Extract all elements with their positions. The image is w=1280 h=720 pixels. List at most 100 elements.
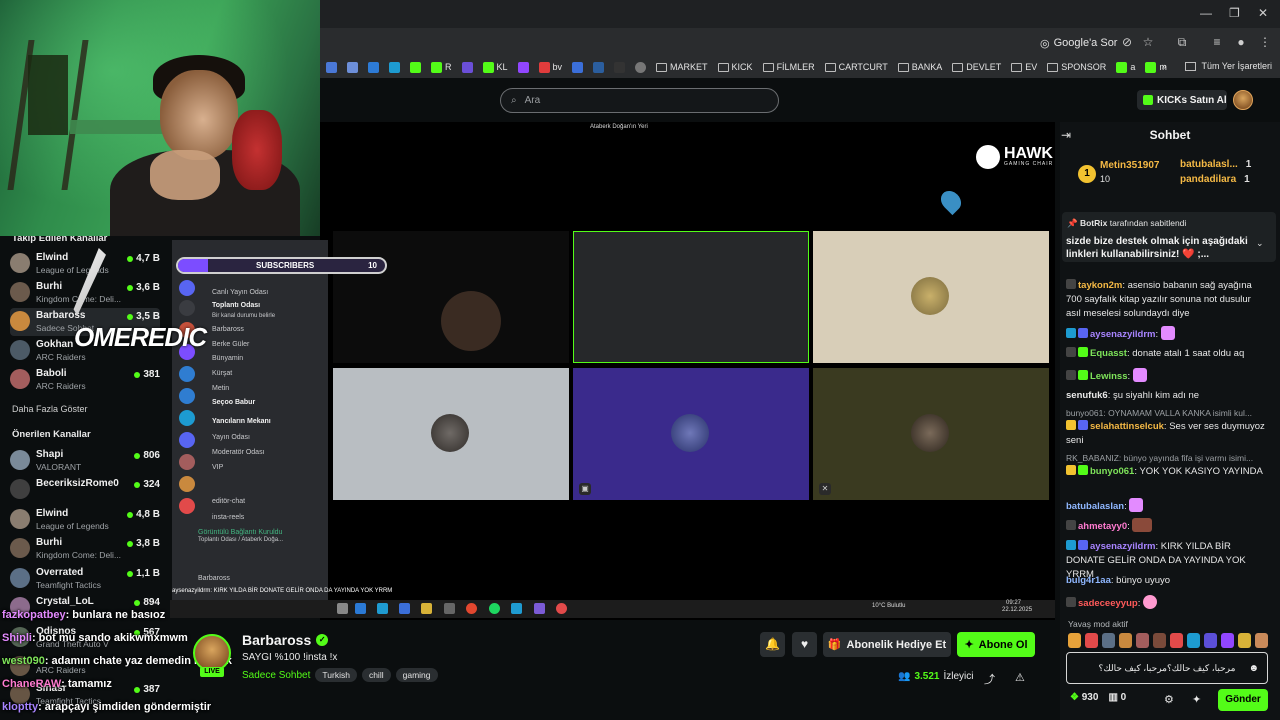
sidebar-channel-burhi-suggested[interactable]: Burhi Kingdom Come: Deli... 3,8 B	[10, 535, 160, 563]
sidebar-channel-shapi[interactable]: Shapi VALORANT 806	[10, 447, 160, 475]
sidebar-channel-baboli[interactable]: Baboli ARC Raiders 381	[10, 366, 160, 394]
gift-subscription-button[interactable]: 🎁 Abonelik Hediye Et	[823, 632, 951, 657]
tag-chill[interactable]: chill	[361, 668, 391, 682]
settings-gear-icon[interactable]: ⚙	[1164, 693, 1174, 706]
chat-input[interactable]: مرحبا، كيف حالك؟مرحبا، كيف حالك؟ ☻	[1066, 652, 1268, 684]
hawk-logo-icon	[976, 145, 1000, 169]
bookmark-folder-filmler[interactable]: FİLMLER	[762, 62, 815, 72]
sidebar-channel-overrated[interactable]: Overrated Teamfight Tactics 1,1 B	[10, 565, 160, 593]
emoji-icon[interactable]: ☻	[1248, 663, 1259, 674]
extensions-icon[interactable]: ⧉	[1175, 35, 1189, 49]
bookmark-item[interactable]	[347, 61, 358, 73]
tag-turkish[interactable]: Turkish	[315, 668, 357, 682]
all-bookmarks[interactable]: » Tüm Yer İşaretleri	[1161, 61, 1272, 71]
share-icon[interactable]: ⤴	[984, 671, 995, 687]
bookmark-item[interactable]	[326, 61, 337, 73]
discord-server-icon	[179, 410, 195, 426]
bookmark-folder-market[interactable]: MARKET	[656, 62, 708, 72]
menu-icon[interactable]: ⋮	[1258, 35, 1272, 49]
bookmark-item[interactable]: R	[431, 61, 452, 73]
search-input[interactable]: ⌕ Ara	[500, 88, 779, 113]
video-window-title: Ataberk Doğan'ın Yeri	[590, 124, 648, 130]
sidebar-channel-elwind-suggested[interactable]: Elwind League of Legends 4,8 B	[10, 506, 160, 534]
bookmark-star-icon[interactable]: ☆	[1141, 35, 1155, 49]
emote-icon[interactable]	[1102, 633, 1115, 648]
bookmark-item[interactable]	[593, 61, 605, 73]
bookmark-item[interactable]	[389, 61, 400, 73]
bookmark-folder-sponsor[interactable]: SPONSOR	[1047, 62, 1106, 72]
emote-icon[interactable]	[1255, 633, 1268, 648]
bookmark-item[interactable]: bv	[538, 61, 562, 73]
avatar	[10, 509, 30, 529]
user-avatar[interactable]	[1233, 90, 1253, 110]
report-icon[interactable]: ⚠	[1015, 671, 1025, 684]
buy-kicks-button[interactable]: KICKs Satın Al	[1137, 90, 1227, 110]
emote-icon[interactable]	[1068, 633, 1081, 648]
emote-icon[interactable]	[1204, 633, 1217, 648]
notification-bell-button[interactable]: 🔔	[760, 632, 785, 657]
live-dot-icon	[134, 686, 141, 693]
emote-icon[interactable]	[1187, 633, 1200, 648]
video-tile	[573, 231, 809, 363]
emote-icon[interactable]	[1238, 633, 1251, 648]
profile-icon[interactable]: ●	[1234, 35, 1248, 49]
sidebar-channel-beceriksizrome0[interactable]: BeceriksizRome0 324	[10, 476, 160, 504]
gift-box-icon: ▥	[1108, 692, 1118, 703]
bookmark-item[interactable]	[614, 61, 626, 73]
media-icon[interactable]: ≡	[1210, 35, 1224, 49]
folder-icon	[762, 62, 774, 72]
more-bookmarks[interactable]: »	[1161, 61, 1166, 71]
bookmark-folder-kick[interactable]: KICK	[717, 62, 753, 72]
bell-icon: 🔔	[765, 637, 780, 651]
emote-icon[interactable]	[1136, 633, 1149, 648]
emote-icon[interactable]	[1119, 633, 1132, 648]
sidebar-channel-elwind[interactable]: Elwind League of Legends 4,7 B	[10, 250, 160, 278]
streamer-name[interactable]: Barbaross ✓	[242, 632, 329, 648]
bookmark-item[interactable]	[410, 61, 421, 73]
eye-off-icon[interactable]: ⊘	[1120, 35, 1134, 49]
kicks-gift-icon[interactable]: ✦	[1192, 693, 1201, 706]
emote-icon[interactable]	[1085, 633, 1098, 648]
google-lens-icon: ◎	[1040, 37, 1050, 50]
google-ask-button[interactable]: ◎ Google'a Sor	[1040, 34, 1117, 52]
taskbar-app-icon	[466, 603, 477, 614]
emote-icon[interactable]	[1153, 633, 1166, 648]
tag-gaming[interactable]: gaming	[395, 668, 438, 682]
bookmark-item[interactable]	[517, 61, 529, 73]
bookmark-folder-cartcurt[interactable]: CARTCURT	[824, 62, 888, 72]
emote-icon[interactable]	[1170, 633, 1183, 648]
show-more-link[interactable]: Daha Fazla Göster	[12, 404, 88, 414]
chat-footer: ❖ 930 ▥ 0	[1070, 692, 1126, 703]
points-display[interactable]: ❖ 930	[1070, 692, 1098, 703]
leaderboard-rank-icon: 1	[1078, 165, 1096, 183]
discord-server-icon	[179, 280, 195, 296]
restore-icon[interactable]: ❐	[1229, 6, 1240, 20]
follow-heart-button[interactable]: ♥	[792, 632, 817, 657]
badge-icon	[1066, 465, 1076, 475]
gift-count-display[interactable]: ▥ 0	[1108, 692, 1126, 703]
bookmark-item[interactable]: a	[1116, 61, 1135, 73]
avatar	[10, 568, 30, 588]
hawk-logo: HAWK GAMING CHAIR	[976, 145, 1053, 169]
bookmark-item[interactable]	[572, 61, 584, 73]
leaderboard-user[interactable]: pandadilara 1	[1180, 174, 1250, 185]
viewer-count: 👥 3.521 İzleyici	[898, 671, 974, 682]
subscribe-button[interactable]: ✦ Abone Ol	[957, 632, 1035, 657]
search-icon: ⌕	[511, 95, 517, 106]
close-window-icon[interactable]: ✕	[1258, 6, 1268, 20]
bookmark-item[interactable]	[368, 61, 379, 73]
minimize-icon[interactable]: —	[1200, 6, 1212, 20]
bookmark-folder-banka[interactable]: BANKA	[897, 62, 942, 72]
bookmark-item[interactable]	[461, 61, 473, 73]
bookmark-item[interactable]	[635, 61, 647, 73]
emote-icon[interactable]	[1221, 633, 1234, 648]
bookmark-folder-devlet[interactable]: DEVLET	[952, 62, 1001, 72]
send-button[interactable]: Gönder	[1218, 689, 1268, 711]
bookmark-item[interactable]: KL	[482, 61, 508, 73]
category-link[interactable]: Sadece Sohbet	[242, 670, 310, 681]
leaderboard-user[interactable]: batubalasl... 1	[1180, 159, 1251, 170]
leaderboard-top-user[interactable]: Metin351907	[1100, 160, 1159, 171]
live-dot-icon	[127, 570, 134, 577]
chevron-down-icon[interactable]: ⌄	[1256, 238, 1264, 249]
bookmark-folder-ev[interactable]: EV	[1011, 62, 1037, 72]
